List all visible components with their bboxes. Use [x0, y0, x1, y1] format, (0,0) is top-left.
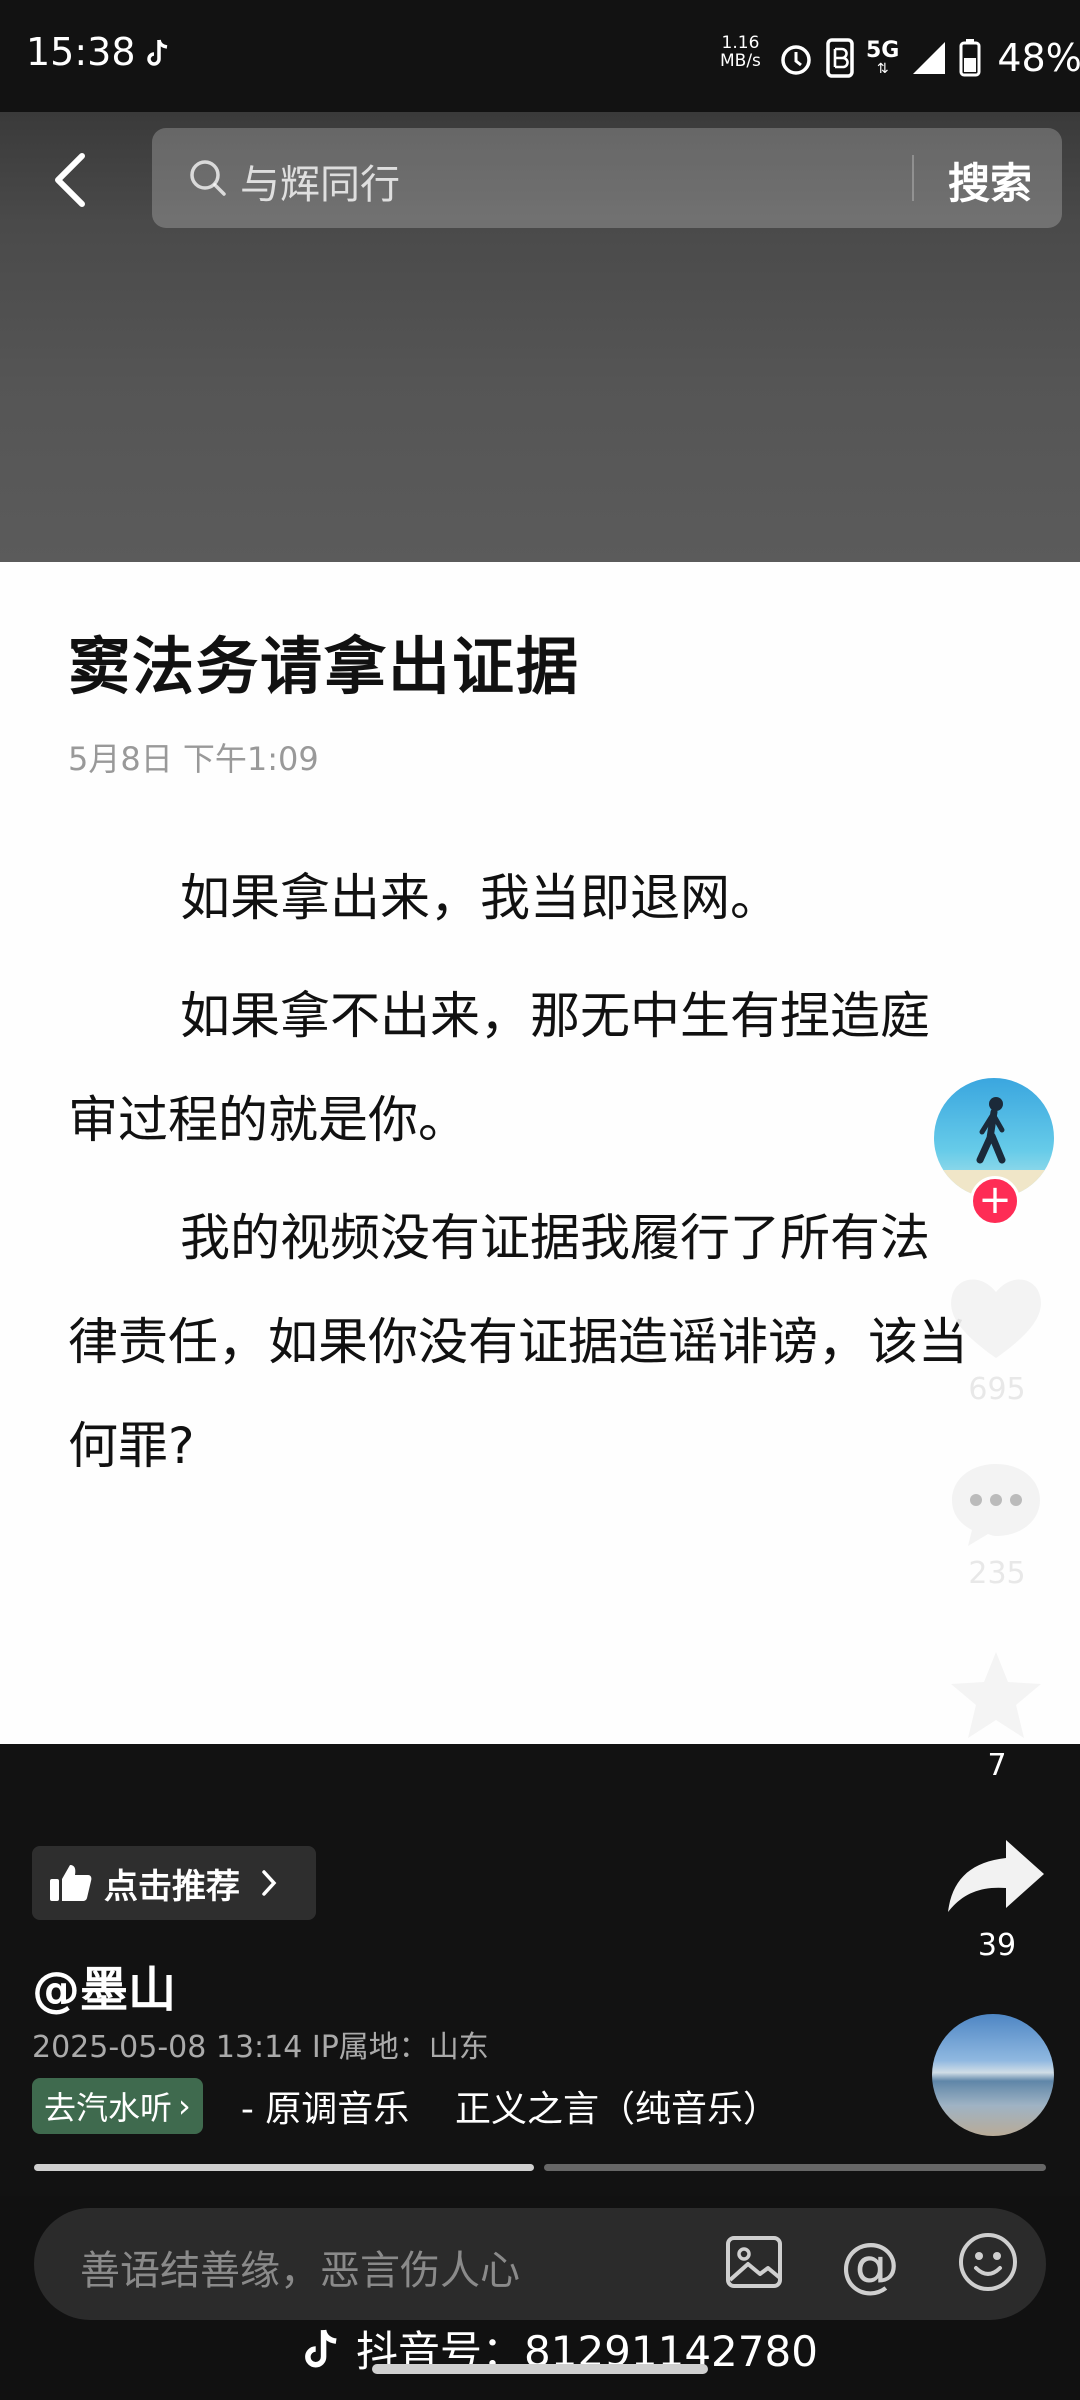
battery-percentage: 48% — [997, 36, 1080, 80]
author-username[interactable]: @墨山 — [32, 1950, 176, 2020]
home-indicator[interactable] — [372, 2364, 708, 2374]
comment-icon[interactable] — [946, 1458, 1046, 1550]
tiktok-logo-icon — [305, 2329, 337, 2367]
article-paragraph: 如果拿不出来，那无中生有捏造庭审过程的就是你。 — [68, 987, 930, 1149]
emoji-icon[interactable] — [956, 2230, 1020, 2294]
comment-input[interactable]: 善语结善缘，恶言伤人心 — [80, 2238, 520, 2296]
post-meta: 2025-05-08 13:14 IP属地：山东 — [32, 2030, 489, 2065]
heart-icon[interactable] — [946, 1272, 1046, 1362]
article-date: 5月8日 下午1:09 — [68, 740, 319, 778]
search-input[interactable]: 与辉同行 — [240, 152, 400, 210]
tiktok-notification-icon — [147, 39, 168, 66]
nfc-icon — [826, 38, 854, 78]
comment-count: 235 — [968, 1556, 1026, 1591]
favorite-count: 7 — [987, 1748, 1007, 1783]
qishui-listen-button[interactable]: 去汽水听 › — [32, 2078, 203, 2134]
status-icons: 5G ⇅ 48% — [778, 36, 1080, 80]
search-divider — [912, 155, 914, 201]
mention-at-icon[interactable]: @ — [840, 2230, 900, 2300]
signal-icon — [913, 42, 946, 74]
recommend-button[interactable]: 点击推荐 — [32, 1846, 316, 1920]
search-button[interactable]: 搜索 — [948, 150, 1032, 211]
star-icon[interactable] — [946, 1648, 1046, 1744]
status-time: 15:38 — [26, 30, 136, 74]
share-arrow-icon[interactable] — [944, 1836, 1048, 1916]
follow-plus-button[interactable]: + — [970, 1176, 1020, 1226]
chevron-right-icon: › — [178, 2087, 191, 2125]
music-row: 去汽水听 › - 原调音乐 正义之言（纯音乐） — [32, 2078, 779, 2134]
article-paragraph: 我的视频没有证据我履行了所有法律责任，如果你没有证据造谣诽谤，该当何罪? — [68, 1209, 968, 1475]
share-count: 39 — [977, 1928, 1017, 1963]
alarm-icon — [781, 45, 811, 75]
back-arrow-icon[interactable] — [50, 150, 90, 210]
image-icon[interactable] — [724, 2232, 784, 2292]
article-title: 窦法务请拿出证据 — [68, 630, 581, 703]
music-disc-icon[interactable] — [932, 2014, 1054, 2136]
network-speed: 1.16 MB/s — [720, 33, 761, 71]
like-count: 695 — [968, 1372, 1026, 1407]
music-title[interactable]: - 原调音乐 正义之言（纯音乐） — [241, 2080, 779, 2132]
article-paragraph: 如果拿出来，我当即退网。 — [180, 869, 780, 927]
thumbs-up-icon — [50, 1865, 92, 1901]
progress-segment-played[interactable] — [34, 2164, 534, 2171]
progress-segment-remaining[interactable] — [544, 2164, 1046, 2171]
network-5g-icon: 5G ⇅ — [866, 38, 900, 77]
battery-icon — [959, 39, 981, 77]
search-icon — [190, 160, 226, 196]
chevron-right-icon — [262, 1870, 277, 1896]
